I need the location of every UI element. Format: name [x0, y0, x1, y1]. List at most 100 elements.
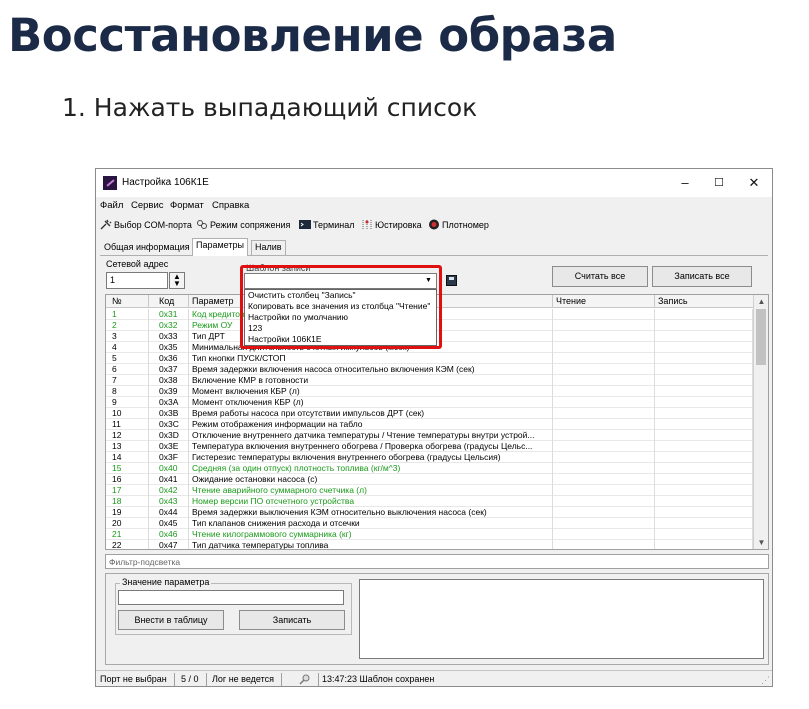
cell-param[interactable]: Время работы насоса при отсутствии импул… [189, 408, 553, 419]
table-row[interactable]: 18 0x43 Номер версии ПО отсчетного устройс… [106, 496, 753, 507]
cell-num[interactable]: 13 [106, 441, 149, 452]
network-address-input[interactable]: 1 [106, 272, 168, 289]
cell-write[interactable] [655, 507, 753, 518]
cell-code[interactable]: 0x3F [149, 452, 189, 463]
cell-param[interactable]: Тип клапанов снижения расхода и отсечки [189, 518, 553, 529]
scroll-up-icon[interactable]: ▲ [754, 295, 768, 308]
column-header-code[interactable]: Код [149, 295, 189, 308]
cell-param[interactable]: Тип датчика температуры топлива [189, 540, 553, 549]
table-row[interactable]: 6 0x37 Время задержки включения насоса отн… [106, 364, 753, 375]
cell-param[interactable]: Чтение килограммового суммарника (кг) [189, 529, 553, 540]
cell-write[interactable] [655, 452, 753, 463]
write-all-button[interactable]: Записать все [652, 266, 752, 287]
cell-read[interactable] [553, 342, 655, 353]
cell-read[interactable] [553, 485, 655, 496]
cell-code[interactable]: 0x36 [149, 353, 189, 364]
cell-write[interactable] [655, 309, 753, 320]
cell-write[interactable] [655, 540, 753, 549]
cell-write[interactable] [655, 518, 753, 529]
table-row[interactable]: 20 0x45 Тип клапанов снижения расхода и от… [106, 518, 753, 529]
cell-read[interactable] [553, 309, 655, 320]
cell-param[interactable]: Момент отключения КБР (л) [189, 397, 553, 408]
cell-num[interactable]: 17 [106, 485, 149, 496]
read-all-button[interactable]: Считать все [552, 266, 648, 287]
put-in-table-button[interactable]: Внести в таблицу [118, 610, 224, 630]
cell-code[interactable]: 0x47 [149, 540, 189, 549]
table-row[interactable]: 8 0x39 Момент включения КБР (л) [106, 386, 753, 397]
cell-write[interactable] [655, 419, 753, 430]
cell-param[interactable]: Время задержки включения насоса относите… [189, 364, 553, 375]
cell-code[interactable]: 0x43 [149, 496, 189, 507]
cell-num[interactable]: 22 [106, 540, 149, 549]
table-row[interactable]: 10 0x3B Время работы насоса при отсутствии… [106, 408, 753, 419]
tab-parameters[interactable]: Параметры [192, 238, 248, 256]
terminal-button[interactable]: Терминал [299, 219, 354, 230]
cell-param[interactable]: Температура включения внутреннего обогре… [189, 441, 553, 452]
menu-service[interactable]: Сервис [131, 200, 164, 211]
cell-write[interactable] [655, 496, 753, 507]
cell-num[interactable]: 20 [106, 518, 149, 529]
table-row[interactable]: 14 0x3F Гистерезис температуры включения в… [106, 452, 753, 463]
tab-general-info[interactable]: Общая информация [100, 240, 194, 255]
cell-read[interactable] [553, 507, 655, 518]
table-scrollbar[interactable]: ▲ ▼ [753, 295, 768, 549]
scroll-thumb[interactable] [756, 309, 766, 365]
cell-param[interactable]: Чтение аварийного суммарного счетчика (л… [189, 485, 553, 496]
cell-write[interactable] [655, 529, 753, 540]
cell-code[interactable]: 0x39 [149, 386, 189, 397]
cell-code[interactable]: 0x3D [149, 430, 189, 441]
cell-param[interactable]: Момент включения КБР (л) [189, 386, 553, 397]
cell-read[interactable] [553, 430, 655, 441]
cell-code[interactable]: 0x45 [149, 518, 189, 529]
table-row[interactable]: 11 0x3C Режим отображения информации на та… [106, 419, 753, 430]
cell-num[interactable]: 10 [106, 408, 149, 419]
cell-num[interactable]: 8 [106, 386, 149, 397]
cell-read[interactable] [553, 540, 655, 549]
cell-read[interactable] [553, 463, 655, 474]
table-row[interactable]: 9 0x3A Момент отключения КБР (л) [106, 397, 753, 408]
cell-num[interactable]: 19 [106, 507, 149, 518]
cell-write[interactable] [655, 375, 753, 386]
column-header-write[interactable]: Запись [655, 295, 753, 308]
pairing-mode-button[interactable]: Режим сопряжения [196, 219, 290, 230]
cell-write[interactable] [655, 430, 753, 441]
cell-num[interactable]: 14 [106, 452, 149, 463]
cell-write[interactable] [655, 441, 753, 452]
cell-param[interactable]: Ожидание остановки насоса (с) [189, 474, 553, 485]
cell-code[interactable]: 0x46 [149, 529, 189, 540]
cell-write[interactable] [655, 386, 753, 397]
cell-param[interactable]: Режим отображения информации на табло [189, 419, 553, 430]
menu-file[interactable]: Файл [100, 200, 123, 211]
cell-write[interactable] [655, 485, 753, 496]
cell-param[interactable]: Номер версии ПО отсчетного устройства [189, 496, 553, 507]
cell-num[interactable]: 16 [106, 474, 149, 485]
menu-format[interactable]: Формат [170, 200, 204, 211]
cell-param[interactable]: Тип кнопки ПУСК/СТОП [189, 353, 553, 364]
cell-param[interactable]: Средняя (за один отпуск) плотность топли… [189, 463, 553, 474]
cell-num[interactable]: 7 [106, 375, 149, 386]
cell-num[interactable]: 11 [106, 419, 149, 430]
window-titlebar[interactable]: Настройка 106К1Е – ☐ ✕ [96, 169, 772, 197]
densitometer-button[interactable]: Плотномер [428, 219, 489, 230]
cell-read[interactable] [553, 320, 655, 331]
cell-num[interactable]: 21 [106, 529, 149, 540]
maximize-button[interactable]: ☐ [704, 173, 734, 193]
cell-read[interactable] [553, 474, 655, 485]
table-row[interactable]: 21 0x46 Чтение килограммового суммарника (… [106, 529, 753, 540]
cell-read[interactable] [553, 353, 655, 364]
table-row[interactable]: 15 0x40 Средняя (за один отпуск) плотность… [106, 463, 753, 474]
cell-num[interactable]: 4 [106, 342, 149, 353]
resize-grip-icon[interactable]: ⋰ [761, 675, 770, 686]
cell-code[interactable]: 0x38 [149, 375, 189, 386]
cell-write[interactable] [655, 474, 753, 485]
table-row[interactable]: 7 0x38 Включение КМР в готовности [106, 375, 753, 386]
cell-code[interactable]: 0x35 [149, 342, 189, 353]
table-row[interactable]: 19 0x44 Время задержки выключения КЭМ отно… [106, 507, 753, 518]
cell-write[interactable] [655, 353, 753, 364]
cell-num[interactable]: 9 [106, 397, 149, 408]
write-button[interactable]: Записать [239, 610, 345, 630]
log-textarea[interactable] [359, 579, 764, 659]
table-row[interactable]: 16 0x41 Ожидание остановки насоса (с) [106, 474, 753, 485]
com-port-button[interactable]: Выбор COM-порта [100, 219, 192, 230]
cell-code[interactable]: 0x41 [149, 474, 189, 485]
